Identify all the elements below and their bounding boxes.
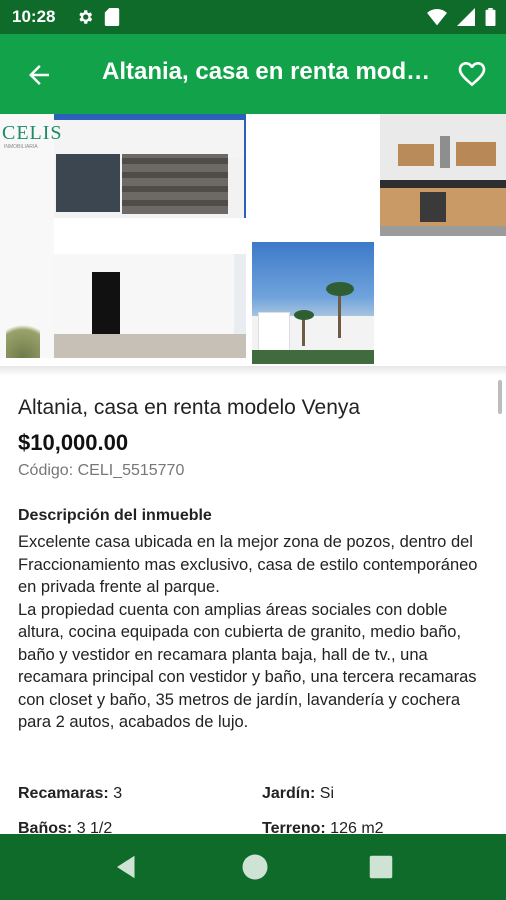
gallery-divider xyxy=(0,366,506,376)
feature-land: Terreno: 126 m2 xyxy=(262,820,384,834)
gallery-logo: CELIS xyxy=(2,122,63,144)
recents-square-icon[interactable] xyxy=(366,852,396,882)
heart-outline-icon[interactable] xyxy=(456,58,488,90)
feature-value: 126 m2 xyxy=(330,820,384,834)
feature-value: 3 1/2 xyxy=(76,820,113,834)
back-triangle-icon[interactable] xyxy=(112,852,142,882)
property-price: $10,000.00 xyxy=(18,430,129,455)
home-circle-icon[interactable] xyxy=(240,852,270,882)
gallery-logo-subtext: INMOBILIARIA xyxy=(4,144,38,150)
description-text: Excelente casa ubicada en la mejor zona … xyxy=(18,533,478,731)
page-title: Altania, casa en renta modelo Venya xyxy=(102,58,432,85)
feature-label: Recamaras: xyxy=(18,785,109,802)
property-details[interactable]: Altania, casa en renta modelo Venya $10,… xyxy=(0,376,506,834)
status-bar: 10:28 xyxy=(0,0,506,34)
battery-icon xyxy=(485,8,496,26)
photo-blank-2[interactable] xyxy=(380,242,506,364)
feature-label: Jardín: xyxy=(262,785,316,802)
feature-label: Terreno: xyxy=(262,820,326,834)
feature-bathrooms: Baños: 3 1/2 xyxy=(18,820,112,834)
status-time: 10:28 xyxy=(12,7,56,26)
property-title: Altania, casa en renta modelo Venya xyxy=(18,396,361,419)
arrow-back-icon[interactable] xyxy=(24,60,54,90)
property-code: Código: CELI_5515770 xyxy=(18,462,185,479)
photo-main-house[interactable]: CELIS INMOBILIARIA xyxy=(0,114,246,358)
wifi-icon xyxy=(427,9,447,26)
photo-exterior[interactable] xyxy=(252,242,374,364)
scrollbar[interactable] xyxy=(498,380,502,414)
photo-gallery: CELIS INMOBILIARIA xyxy=(0,114,506,370)
system-nav-bar xyxy=(0,834,506,900)
signal-icon xyxy=(457,8,475,26)
feature-label: Baños: xyxy=(18,820,73,834)
feature-value: 3 xyxy=(113,785,123,802)
app-bar: Altania, casa en renta modelo Venya xyxy=(0,34,506,114)
photo-blank-1[interactable] xyxy=(252,114,374,236)
gear-icon xyxy=(79,10,93,24)
feature-value: Si xyxy=(319,785,335,802)
description-heading: Descripción del inmueble xyxy=(18,507,212,524)
photo-kitchen[interactable] xyxy=(380,114,506,236)
feature-bedrooms: Recamaras: 3 xyxy=(18,785,122,803)
feature-garden: Jardín: Si xyxy=(262,785,334,803)
sd-card-icon xyxy=(104,8,120,26)
